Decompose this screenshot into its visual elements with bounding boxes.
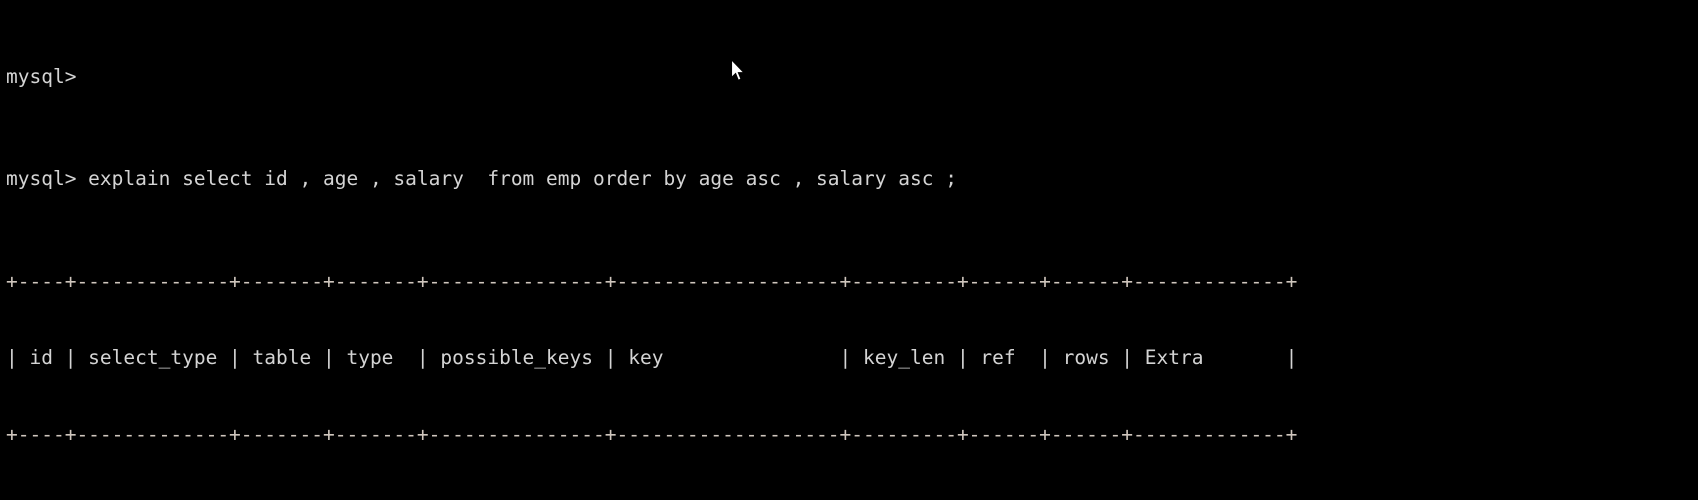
table1-top-border: +----+-------------+-------+-------+----… (6, 269, 1298, 293)
command-line-1: mysql> explain select id , age , salary … (6, 167, 957, 191)
table1-header-row: | id | select_type | table | type | poss… (6, 346, 1298, 370)
terminal-window[interactable]: mysql> mysql> explain select id , age , … (0, 0, 1698, 500)
partial-prompt-top: mysql> (6, 64, 77, 88)
table1-header-separator: +----+-------------+-------+-------+----… (6, 423, 1298, 447)
terminal-scrollback[interactable]: mysql> mysql> explain select id , age , … (6, 0, 1698, 500)
